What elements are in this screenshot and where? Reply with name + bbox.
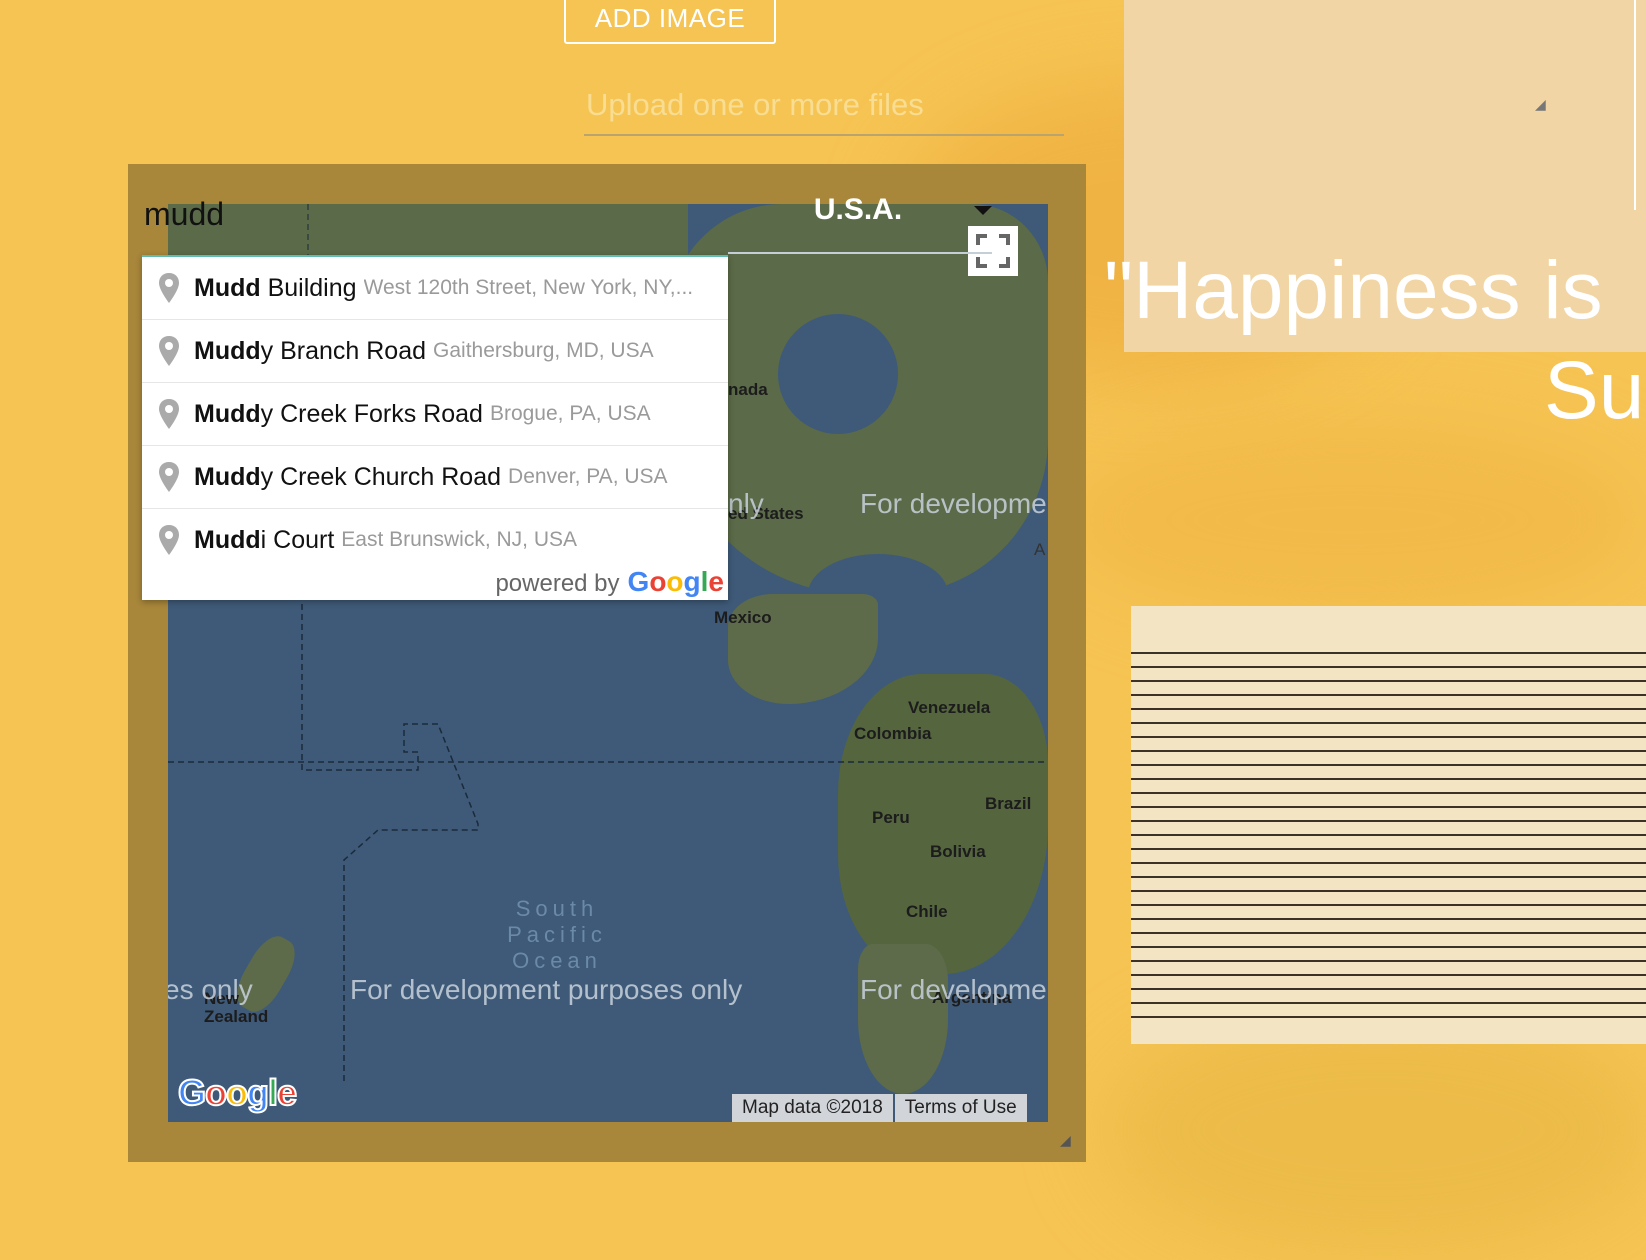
map-data-text: Map data ©2018 <box>732 1094 893 1122</box>
map-label-peru: Peru <box>872 808 910 827</box>
dev-watermark: For developme <box>860 974 1047 1005</box>
fullscreen-icon <box>976 234 1010 268</box>
map-label-colombia: Colombia <box>854 724 932 743</box>
autocomplete-item-main: Mudd Building <box>194 273 357 302</box>
country-select[interactable]: U.S.A. <box>728 188 988 232</box>
autocomplete-item[interactable]: Muddy Creek Church Road Denver, PA, USA <box>142 446 728 509</box>
map-pin-icon <box>154 525 184 555</box>
map-pin-icon <box>154 336 184 366</box>
map-attribution: Map data ©2018 Terms of Use <box>732 1094 1027 1122</box>
autocomplete-item-secondary: Brogue, PA, USA <box>489 402 651 425</box>
autocomplete-item-secondary: Denver, PA, USA <box>508 465 668 488</box>
location-search-input[interactable] <box>142 190 726 238</box>
powered-by-text: powered by <box>495 570 620 597</box>
autocomplete-item-main: Muddy Creek Church Road <box>194 462 502 491</box>
dev-watermark: es only <box>168 974 253 1005</box>
map-label-ocean: South Pacific Ocean <box>507 896 607 973</box>
resize-handle-icon[interactable]: ◢ <box>1060 1132 1071 1149</box>
add-image-button[interactable]: ADD IMAGE <box>564 0 776 44</box>
autocomplete-item-secondary: West 120th Street, New York, NY,... <box>363 276 694 299</box>
map-label-chile: Chile <box>906 902 948 921</box>
map-label-bolivia: Bolivia <box>930 842 986 861</box>
google-wordmark: Google <box>627 566 724 597</box>
autocomplete-item-main: Muddi Court <box>194 525 335 554</box>
search-underline <box>728 252 992 254</box>
autocomplete-item[interactable]: Muddy Creek Forks Road Brogue, PA, USA <box>142 383 728 446</box>
dev-watermark: For development purposes only <box>350 974 743 1005</box>
map-pin-icon <box>154 273 184 303</box>
autocomplete-item-secondary: Gaithersburg, MD, USA <box>433 339 654 362</box>
resize-handle-icon[interactable]: ◢ <box>1535 96 1546 113</box>
autocomplete-item-secondary: East Brunswick, NJ, USA <box>341 528 578 551</box>
terms-of-use-link[interactable]: Terms of Use <box>894 1094 1027 1122</box>
quote-text-line2: Su <box>1544 345 1645 436</box>
upload-files-field[interactable] <box>584 70 1064 136</box>
panel-edge <box>1634 0 1636 210</box>
autocomplete-item[interactable]: Muddi Court East Brunswick, NJ, USA <box>142 509 728 571</box>
map-pin-icon <box>154 462 184 492</box>
autocomplete-dropdown: Mudd Building West 120th Street, New Yor… <box>142 255 728 600</box>
map-label-venezuela: Venezuela <box>908 698 991 717</box>
powered-by-google: powered by Google <box>495 566 724 598</box>
background-glow <box>1050 420 1646 620</box>
autocomplete-item[interactable]: Muddy Branch Road Gaithersburg, MD, USA <box>142 320 728 383</box>
dev-watermark: For developme <box>860 488 1047 519</box>
dev-watermark: nly <box>728 488 764 519</box>
fullscreen-button[interactable] <box>968 226 1018 276</box>
map-pin-icon <box>154 399 184 429</box>
autocomplete-item-main: Muddy Creek Forks Road <box>194 399 483 428</box>
google-logo[interactable]: Google <box>177 1071 298 1114</box>
chevron-down-icon[interactable] <box>974 206 992 215</box>
map-label-edge: A <box>1034 540 1046 559</box>
quote-text: "Happiness is <box>1104 245 1603 336</box>
map-label-canada: nada <box>728 380 768 399</box>
autocomplete-item[interactable]: Mudd Building West 120th Street, New Yor… <box>142 257 728 320</box>
autocomplete-item-main: Muddy Branch Road <box>194 336 427 365</box>
map-label-brazil: Brazil <box>985 794 1032 813</box>
lined-image-panel <box>1131 606 1646 1044</box>
map-label-mexico: Mexico <box>714 608 772 627</box>
